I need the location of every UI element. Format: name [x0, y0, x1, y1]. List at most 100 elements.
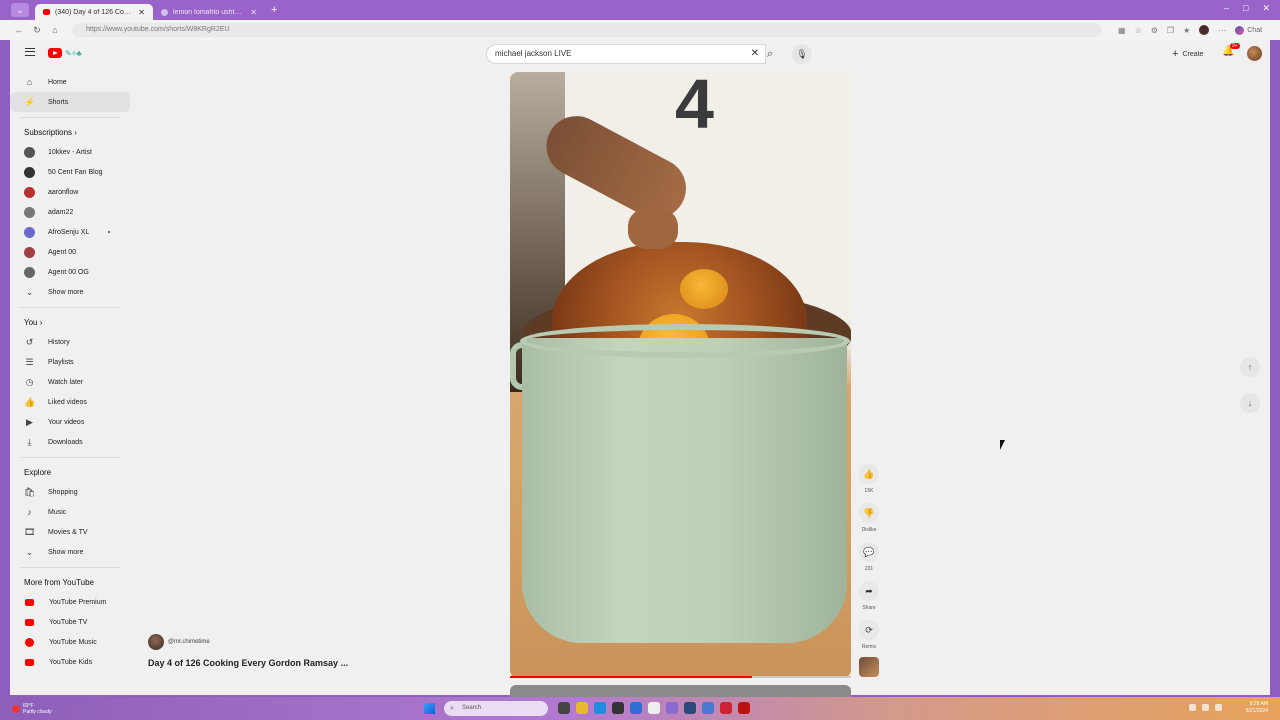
chrome-icon[interactable]: [612, 702, 624, 714]
sidebar-item-movies-tv[interactable]: 🎞 Movies & TV: [10, 522, 130, 542]
profile-icon[interactable]: [1199, 25, 1210, 35]
volume-icon[interactable]: [1202, 704, 1209, 711]
explore-show-more[interactable]: ⌄ Show more: [10, 542, 130, 562]
tab-google-search[interactable]: lemon tomahto ushtoon - Google ✕: [153, 4, 265, 20]
home-browser-icon[interactable]: ⌂: [46, 25, 64, 35]
search-icon[interactable]: ⌕: [760, 44, 780, 64]
sidebar-item-subscription[interactable]: Agent 00 OG: [10, 262, 130, 282]
new-tab-button[interactable]: +: [271, 4, 277, 16]
app-icon[interactable]: [720, 702, 732, 714]
sidebar-item-music[interactable]: ♪ Music: [10, 502, 130, 522]
sidebar-item-liked-videos[interactable]: 👍 Liked videos: [10, 392, 130, 412]
comment-icon: 💬: [859, 542, 879, 562]
sidebar-item-youtube-kids[interactable]: YouTube Kids: [10, 652, 130, 672]
sidebar-item-youtube-tv[interactable]: YouTube TV: [10, 612, 130, 632]
battery-icon[interactable]: [1215, 704, 1222, 711]
close-tab-icon[interactable]: ✕: [138, 8, 145, 17]
hamburger-menu-icon[interactable]: [25, 48, 35, 56]
sidebar-item-watch-later[interactable]: ◷ Watch later: [10, 372, 130, 392]
microphone-icon[interactable]: 🎙: [792, 44, 812, 64]
sidebar-item-playlists[interactable]: ☰ Playlists: [10, 352, 130, 372]
remix-button[interactable]: ⟳ Remix: [858, 620, 880, 650]
collections-icon[interactable]: ❐: [1167, 26, 1174, 35]
thumb-up-icon: 👍: [24, 396, 36, 407]
windows-start-icon[interactable]: [424, 703, 435, 714]
back-icon[interactable]: ←: [10, 25, 28, 35]
notifications-bell-icon[interactable]: 🔔 9+: [1222, 43, 1240, 57]
task-view-icon[interactable]: [558, 702, 570, 714]
tab-actions-button[interactable]: ⌄: [11, 3, 29, 17]
close-tab-icon[interactable]: ✕: [250, 8, 257, 17]
favorites-icon[interactable]: ★: [1183, 26, 1190, 35]
windows-taskbar: 69°F Partly cloudy ⌕ Search 9:28 AM 5/21…: [0, 697, 1280, 720]
sidebar-item-label: 10kkev - Artist: [48, 148, 92, 156]
sidebar-item-youtube-premium[interactable]: YouTube Premium: [10, 592, 130, 612]
sidebar-item-subscription[interactable]: AfroSenju XL: [10, 222, 130, 242]
channel-info[interactable]: @mr.chimetime: [148, 634, 210, 650]
tab-youtube-shorts[interactable]: (340) Day 4 of 126 Cooking E... ✕: [35, 4, 153, 20]
split-screen-icon[interactable]: ▦: [1118, 26, 1126, 35]
file-explorer-icon[interactable]: [576, 702, 588, 714]
taskbar-clock[interactable]: 9:28 AM 5/21/2024: [1246, 701, 1268, 715]
minimize-button[interactable]: –: [1224, 3, 1229, 14]
app-icon[interactable]: [702, 702, 714, 714]
clear-search-icon[interactable]: ✕: [751, 45, 759, 63]
sidebar-item-subscription[interactable]: Agent 00: [10, 242, 130, 262]
sidebar-item-subscription[interactable]: 50 Cent Fan Blog: [10, 162, 130, 182]
steam-icon[interactable]: [684, 702, 696, 714]
word-icon[interactable]: [630, 702, 642, 714]
chevron-down-icon: ⌄: [25, 546, 34, 557]
you-header[interactable]: You ›: [10, 312, 130, 332]
url-input[interactable]: https://www.youtube.com/shorts/W8KRgR2EU: [72, 23, 1102, 37]
copilot-chat-button[interactable]: Chat: [1235, 25, 1262, 35]
sidebar-item-subscription[interactable]: aaronflow: [10, 182, 130, 202]
subscriptions-show-more[interactable]: ⌄ Show more: [10, 282, 130, 302]
account-avatar[interactable]: [1247, 46, 1262, 61]
channel-avatar: [24, 186, 35, 198]
comments-button[interactable]: 💬 231: [858, 542, 880, 572]
network-icon[interactable]: [1189, 704, 1196, 711]
extensions-icon[interactable]: ⚙: [1151, 26, 1158, 35]
sidebar-item-downloads[interactable]: ⤓ Downloads: [10, 432, 130, 452]
shorts-video-player[interactable]: 4: [510, 72, 851, 678]
previous-short-button[interactable]: ↑: [1240, 357, 1260, 377]
sidebar-item-home[interactable]: ⌂ Home: [10, 72, 130, 92]
dislike-label: Dislike: [861, 527, 877, 533]
sidebar-item-subscription[interactable]: adam22: [10, 202, 130, 222]
share-button[interactable]: ➦ Share: [858, 581, 880, 611]
weather-widget[interactable]: 69°F Partly cloudy: [12, 703, 52, 715]
sidebar-item-shorts[interactable]: ⚡ Shorts: [10, 92, 130, 112]
like-button[interactable]: 👍 15K: [858, 464, 880, 494]
close-window-button[interactable]: ✕: [1262, 3, 1270, 14]
subscriptions-header[interactable]: Subscriptions ›: [10, 122, 130, 142]
search-input[interactable]: michael jackson LIVE ✕: [486, 44, 766, 64]
dislike-button[interactable]: 👎 Dislike: [858, 503, 880, 533]
video-title[interactable]: Day 4 of 126 Cooking Every Gordon Ramsay…: [148, 658, 348, 668]
sidebar-item-youtube-music[interactable]: YouTube Music: [10, 632, 130, 652]
create-button[interactable]: + Create: [1164, 45, 1211, 63]
edge-browser-icon[interactable]: [594, 702, 606, 714]
video-progress-bar[interactable]: [510, 676, 851, 678]
sound-thumbnail[interactable]: [859, 657, 879, 677]
more-options-icon[interactable]: ⋯: [1218, 26, 1226, 35]
youtube-logo[interactable]: ✎✧♣: [48, 48, 82, 58]
youtube-favicon-icon: [43, 9, 50, 15]
channel-avatar[interactable]: [148, 634, 164, 650]
weather-desc: Partly cloudy: [23, 708, 52, 715]
clock-time: 9:28 AM: [1249, 701, 1268, 707]
sidebar-item-your-videos[interactable]: ▶ Your videos: [10, 412, 130, 432]
maximize-button[interactable]: □: [1243, 3, 1248, 14]
acrobat-icon[interactable]: [738, 702, 750, 714]
sidebar-item-subscription[interactable]: 10kkev - Artist: [10, 142, 130, 162]
sidebar-item-history[interactable]: ↺ History: [10, 332, 130, 352]
sidebar-item-shopping[interactable]: 🛍 Shopping: [10, 482, 130, 502]
notepad-icon[interactable]: [648, 702, 660, 714]
favorite-star-icon[interactable]: ☆: [1135, 26, 1142, 35]
photos-icon[interactable]: [666, 702, 678, 714]
tab-title: lemon tomahto ushtoon - Google: [173, 8, 246, 16]
youtube-kids-icon: [25, 658, 34, 666]
channel-name[interactable]: @mr.chimetime: [168, 639, 210, 645]
taskbar-search-input[interactable]: ⌕ Search: [444, 701, 548, 716]
next-short-button[interactable]: ↓: [1240, 393, 1260, 413]
refresh-icon[interactable]: ↻: [28, 25, 46, 36]
